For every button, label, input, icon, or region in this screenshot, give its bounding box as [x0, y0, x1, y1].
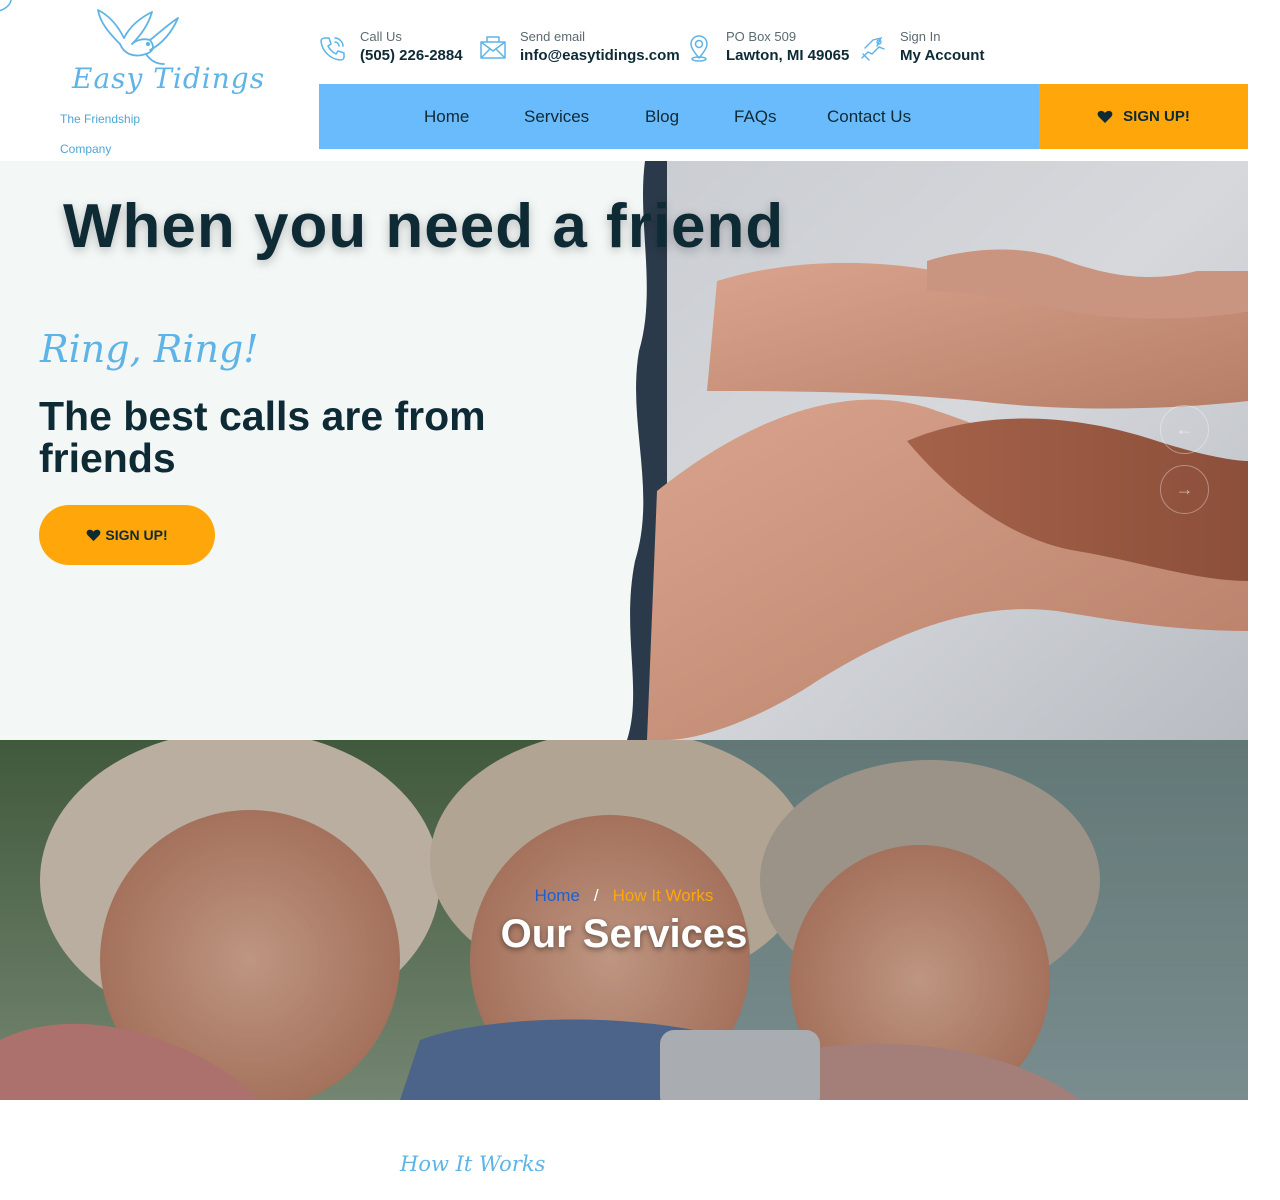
- page-title: Our Services: [500, 912, 748, 956]
- arrow-left-icon: ←: [1175, 419, 1194, 439]
- contact-label: Call Us: [360, 29, 402, 44]
- envelope-icon: [480, 36, 506, 59]
- decorative-swirl-icon: [0, 0, 12, 12]
- nav-item-services[interactable]: Services: [524, 84, 589, 149]
- signup-label: SIGN UP!: [1123, 108, 1190, 125]
- contact-address: PO Box 509 Lawton, MI 49065: [685, 28, 849, 68]
- nav-item-contact-us[interactable]: Contact Us: [827, 84, 911, 149]
- phone-icon: [320, 37, 345, 61]
- hero-signup-label: SIGN UP!: [105, 527, 168, 543]
- my-account-link[interactable]: My Account: [900, 45, 984, 67]
- phone-number[interactable]: (505) 226-2884: [360, 45, 463, 67]
- main-nav: Home Services Blog FAQs Contact Us: [319, 84, 1039, 149]
- nav-item-faqs[interactable]: FAQs: [734, 84, 777, 149]
- heart-icon: [1097, 110, 1113, 123]
- breadcrumb: Home / How It Works: [0, 886, 1248, 906]
- logo-wordmark[interactable]: Easy Tidings: [72, 62, 265, 95]
- site-header: Easy Tidings The Friendship Company Call…: [0, 0, 1280, 161]
- section-kicker: How It Works: [400, 1152, 546, 1176]
- contact-label: Send email: [520, 29, 586, 44]
- hero-slider: When you need a friend Ring, Ring! The b…: [0, 161, 1248, 740]
- logo-tagline: The Friendship Company: [60, 112, 141, 156]
- slider-prev-button[interactable]: ←: [1160, 405, 1209, 454]
- page-banner: Home / How It Works Our Services: [0, 740, 1248, 1100]
- hero-kicker: Ring, Ring!: [40, 327, 259, 371]
- email-address[interactable]: info@easytidings.com: [520, 45, 680, 67]
- contact-phone[interactable]: Call Us (505) 226-2884: [319, 28, 463, 68]
- location-pin-icon: [690, 35, 708, 62]
- signup-button[interactable]: SIGN UP!: [1039, 84, 1248, 149]
- heart-icon: [87, 529, 101, 541]
- nav-item-blog[interactable]: Blog: [645, 84, 679, 149]
- street-address: Lawton, MI 49065: [726, 47, 850, 64]
- nav-item-home[interactable]: Home: [424, 84, 469, 149]
- breadcrumb-current: How It Works: [612, 886, 714, 905]
- slider-next-button[interactable]: →: [1160, 465, 1209, 514]
- hero-signup-button[interactable]: SIGN UP!: [39, 505, 215, 565]
- breadcrumb-separator: /: [593, 886, 599, 905]
- contact-account[interactable]: Sign In My Account: [859, 28, 984, 68]
- contact-email[interactable]: Send email info@easytidings.com: [479, 28, 680, 68]
- contact-label: Sign In: [900, 29, 941, 44]
- hero-title: When you need a friend: [63, 192, 785, 261]
- arrow-right-icon: →: [1175, 479, 1194, 499]
- account-icon: [861, 36, 885, 61]
- hero-subtitle: The best calls are from friends: [39, 393, 486, 481]
- breadcrumb-home-link[interactable]: Home: [535, 886, 580, 905]
- contact-label: PO Box 509: [726, 29, 797, 44]
